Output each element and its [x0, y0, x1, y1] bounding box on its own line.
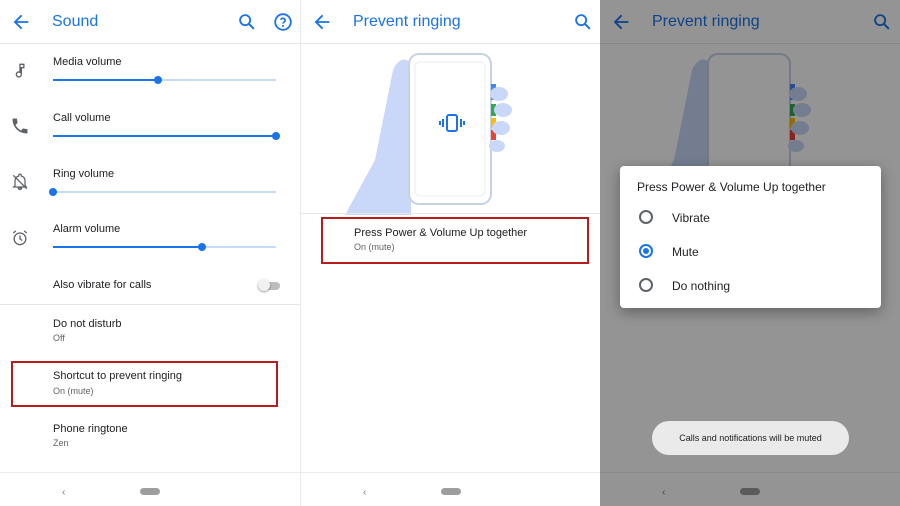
do-not-disturb-label[interactable]: Do not disturb [53, 318, 121, 330]
bell-off-icon [10, 172, 30, 192]
press-power-volume-label[interactable]: Press Power & Volume Up together [354, 227, 527, 239]
press-power-volume-status: On (mute) [354, 242, 395, 252]
vibrate-for-calls-label: Also vibrate for calls [53, 279, 152, 291]
media-volume-slider[interactable] [53, 74, 276, 86]
sound-app-bar: Sound [0, 0, 300, 44]
phone-ringtone-value: Zen [53, 438, 69, 448]
do-not-disturb-status: Off [53, 333, 65, 343]
divider [301, 213, 600, 214]
prevent-ringing-panel: Prevent ringing Press Power & Volume Up … [300, 0, 600, 506]
prevent-ringing-shortcut-status: On (mute) [53, 386, 94, 396]
system-nav-bar: ‹ [0, 472, 300, 506]
nav-back-icon[interactable]: ‹ [363, 487, 366, 498]
phone-in-hand-illustration [345, 50, 525, 215]
search-icon[interactable] [572, 11, 594, 33]
phone-ringtone-label[interactable]: Phone ringtone [53, 423, 128, 435]
alarm-volume-label: Alarm volume [53, 223, 121, 235]
arrow-back-icon[interactable] [311, 11, 333, 33]
page-title: Prevent ringing [353, 13, 461, 30]
system-nav-bar: ‹ [301, 472, 600, 506]
nav-home-pill[interactable] [441, 488, 461, 495]
media-volume-label: Media volume [53, 56, 122, 68]
toast-message: Calls and notifications will be muted [652, 421, 849, 455]
page-title: Sound [52, 13, 99, 30]
option-vibrate-label[interactable]: Vibrate [672, 211, 710, 225]
radio-vibrate[interactable] [639, 210, 653, 224]
help-icon[interactable] [272, 11, 294, 33]
alarm-volume-slider[interactable] [53, 241, 276, 253]
radio-do-nothing[interactable] [639, 278, 653, 292]
alarm-icon [10, 228, 30, 248]
prevent-ringing-shortcut-label[interactable]: Shortcut to prevent ringing [53, 370, 182, 382]
dialog-title: Press Power & Volume Up together [637, 180, 826, 194]
sound-settings-panel: Sound Media volume Call volume Ring volu… [0, 0, 300, 506]
ring-volume-label: Ring volume [53, 168, 115, 180]
option-do-nothing-label[interactable]: Do nothing [672, 279, 730, 293]
highlight-box [11, 361, 278, 407]
nav-back-icon[interactable]: ‹ [62, 487, 65, 498]
call-volume-label: Call volume [53, 112, 111, 124]
arrow-back-icon[interactable] [10, 11, 32, 33]
search-icon[interactable] [236, 11, 258, 33]
call-volume-slider[interactable] [53, 130, 280, 142]
prevent-ringing-app-bar: Prevent ringing [301, 0, 600, 44]
prevent-ringing-dialog: Press Power & Volume Up together Vibrate… [620, 166, 881, 308]
music-note-icon [10, 61, 30, 81]
ring-volume-slider[interactable] [49, 186, 276, 198]
option-mute-label[interactable]: Mute [672, 245, 699, 259]
highlight-box [321, 217, 589, 264]
prevent-ringing-dialog-panel: Prevent ringing ‹ Press Power & Volume U… [600, 0, 900, 506]
divider [0, 304, 300, 305]
radio-mute[interactable] [639, 244, 653, 258]
nav-home-pill[interactable] [140, 488, 160, 495]
vibrate-for-calls-toggle[interactable] [258, 279, 280, 291]
phone-icon [10, 116, 30, 136]
